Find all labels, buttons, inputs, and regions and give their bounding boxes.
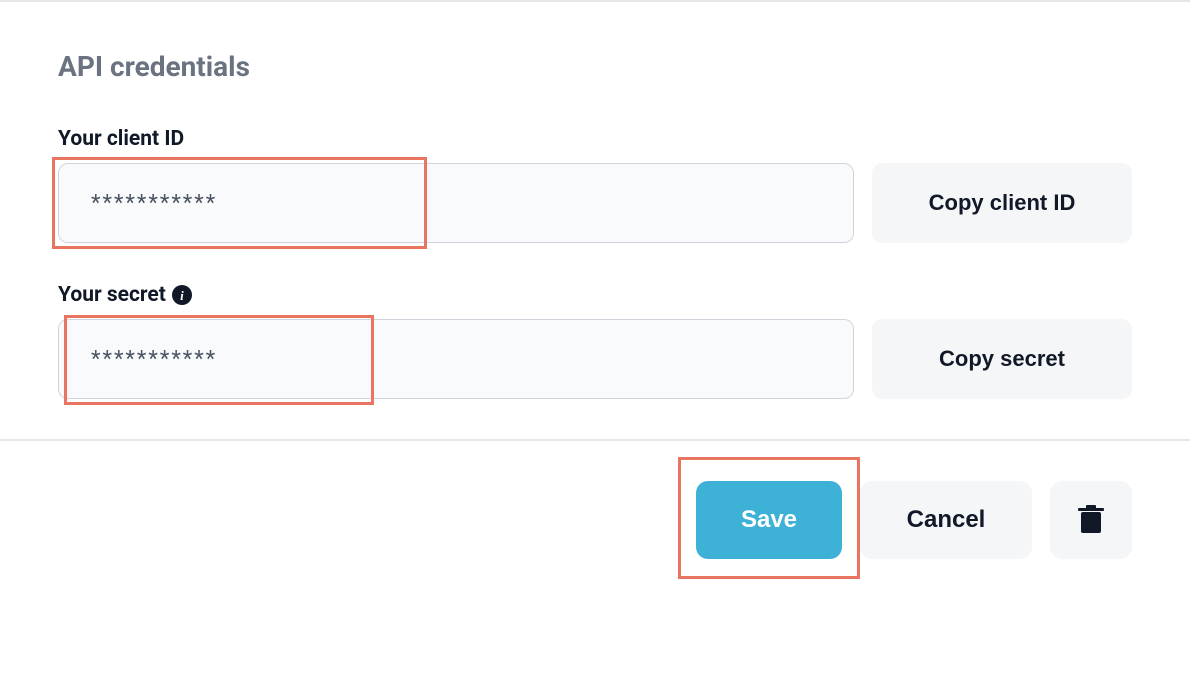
secret-label: Your secret i [58, 283, 1132, 307]
trash-icon [1078, 505, 1104, 535]
page-title: API credentials [58, 50, 1132, 83]
secret-label-text: Your secret [58, 283, 166, 307]
client-id-input[interactable] [58, 163, 854, 243]
client-id-group: Your client ID Copy client ID [58, 127, 1132, 243]
delete-button[interactable] [1050, 481, 1132, 559]
cancel-button[interactable]: Cancel [860, 481, 1032, 559]
client-id-label: Your client ID [58, 127, 1132, 151]
info-icon[interactable]: i [172, 285, 192, 305]
secret-input[interactable] [58, 319, 854, 399]
save-button[interactable]: Save [696, 481, 842, 559]
copy-secret-button[interactable]: Copy secret [872, 319, 1132, 399]
footer-actions: Save Cancel [0, 441, 1190, 559]
copy-client-id-button[interactable]: Copy client ID [872, 163, 1132, 243]
secret-group: Your secret i Copy secret [58, 283, 1132, 399]
